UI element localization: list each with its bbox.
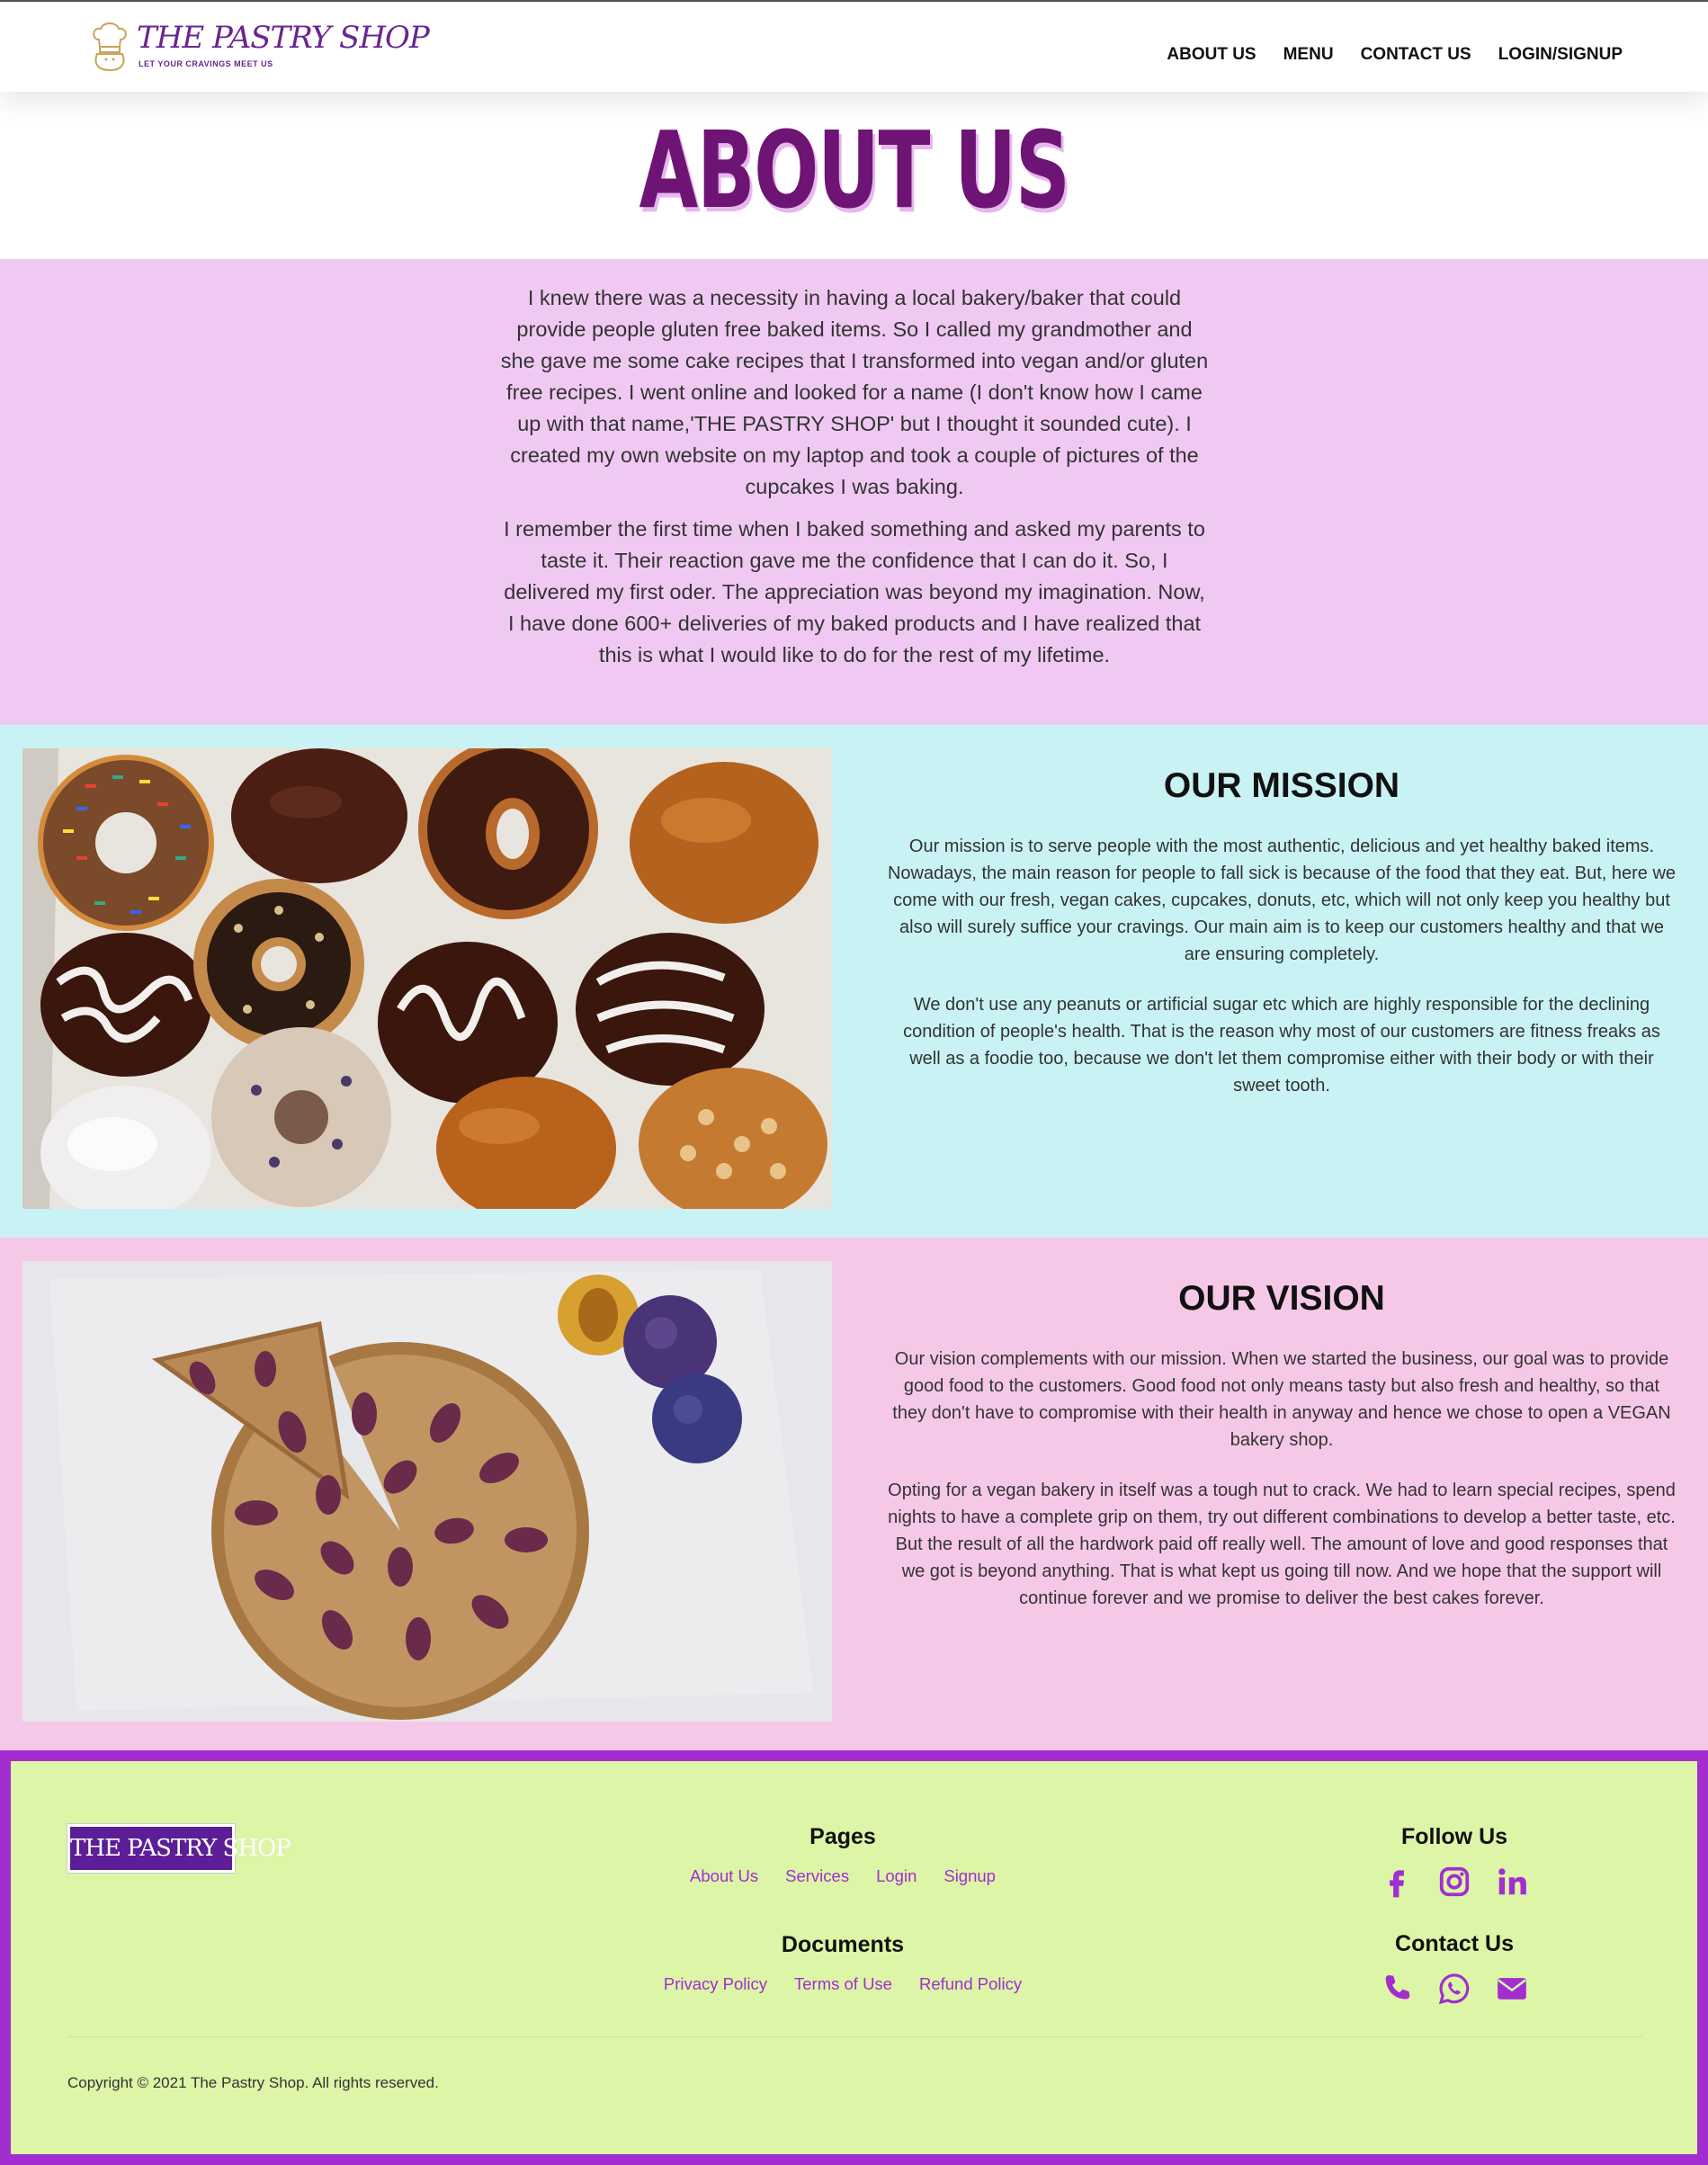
main-nav: ABOUT US MENU CONTACT US LOGIN/SIGNUP [1167,45,1623,65]
logo-title: THE PASTRY SHOP [137,20,430,56]
footer-link-login[interactable]: Login [876,1866,917,1886]
email-icon[interactable] [1495,1972,1529,2006]
footer-link-refund-policy[interactable]: Refund Policy [919,1974,1022,1994]
footer-link-privacy-policy[interactable]: Privacy Policy [664,1974,767,1994]
nav-menu[interactable]: MENU [1283,45,1334,65]
mission-section: OUR MISSION Our mission is to serve peop… [0,725,1708,1238]
footer-panel: THE PASTRY SHOP Pages About Us Services … [11,1761,1697,2154]
nav-contact-us[interactable]: CONTACT US [1361,45,1471,65]
facebook-icon[interactable] [1380,1865,1414,1899]
story-text: I knew there was a necessity in having a… [499,282,1210,671]
vision-paragraph: Our vision complements with our mission.… [892,1349,1671,1450]
footer-documents: Documents Privacy Policy Terms of Use Re… [550,1932,1135,1994]
vision-text: OUR VISION Our vision complements with o… [886,1279,1677,1612]
story-paragraph: I remember the first time when I baked s… [504,517,1205,666]
footer-link-services[interactable]: Services [785,1866,849,1886]
mission-paragraph: Our mission is to serve people with the … [887,836,1677,964]
page-title: ABOUT US [639,108,1070,232]
pages-heading: Pages [809,1824,876,1849]
vision-paragraph: Opting for a vegan bakery in itself was … [888,1481,1676,1608]
contact-icons [1306,1972,1603,2006]
documents-links: Privacy Policy Terms of Use Refund Polic… [550,1974,1135,1994]
footer-social: Follow Us Contact Us [1306,1824,1603,2006]
site-footer: THE PASTRY SHOP Pages About Us Services … [0,1750,1708,2165]
vision-heading: OUR VISION [1178,1279,1385,1318]
linkedin-icon[interactable] [1495,1865,1529,1899]
social-icons [1306,1865,1603,1899]
footer-link-signup[interactable]: Signup [943,1866,996,1886]
nav-about-us[interactable]: ABOUT US [1167,45,1256,65]
copyright-text: Copyright © 2021 The Pastry Shop. All ri… [67,2074,439,2091]
footer-pages: Pages About Us Services Login Signup [550,1824,1135,1886]
footer-link-about-us[interactable]: About Us [690,1866,758,1886]
footer-link-terms-of-use[interactable]: Terms of Use [794,1974,892,1994]
site-logo[interactable]: THE PASTRY SHOP LET YOUR CRAVINGS MEET U… [90,18,430,77]
footer-logo[interactable]: THE PASTRY SHOP [67,1824,291,1873]
footer-divider [67,2036,1643,2037]
donuts-image [22,748,832,1209]
story-section: I knew there was a necessity in having a… [0,259,1708,725]
follow-heading: Follow Us [1400,1824,1508,1849]
plum-cake-image [22,1261,832,1722]
mission-text: OUR MISSION Our mission is to serve peop… [886,766,1677,1099]
vision-section: OUR VISION Our vision complements with o… [0,1238,1708,1750]
instagram-icon[interactable] [1437,1865,1471,1899]
nav-login-signup[interactable]: LOGIN/SIGNUP [1498,45,1623,65]
chef-hat-icon [93,22,127,72]
mission-heading: OUR MISSION [1163,766,1400,805]
logo-tagline: LET YOUR CRAVINGS MEET US [139,59,273,68]
site-header: THE PASTRY SHOP LET YOUR CRAVINGS MEET U… [0,2,1708,92]
documents-heading: Documents [781,1932,905,1957]
story-paragraph: I knew there was a necessity in having a… [500,286,1209,498]
pages-links: About Us Services Login Signup [550,1866,1135,1886]
phone-icon[interactable] [1380,1972,1414,2006]
whatsapp-icon[interactable] [1437,1972,1471,2006]
contact-heading: Contact Us [1395,1931,1514,1956]
mission-paragraph: We don't use any peanuts or artificial s… [903,995,1660,1096]
